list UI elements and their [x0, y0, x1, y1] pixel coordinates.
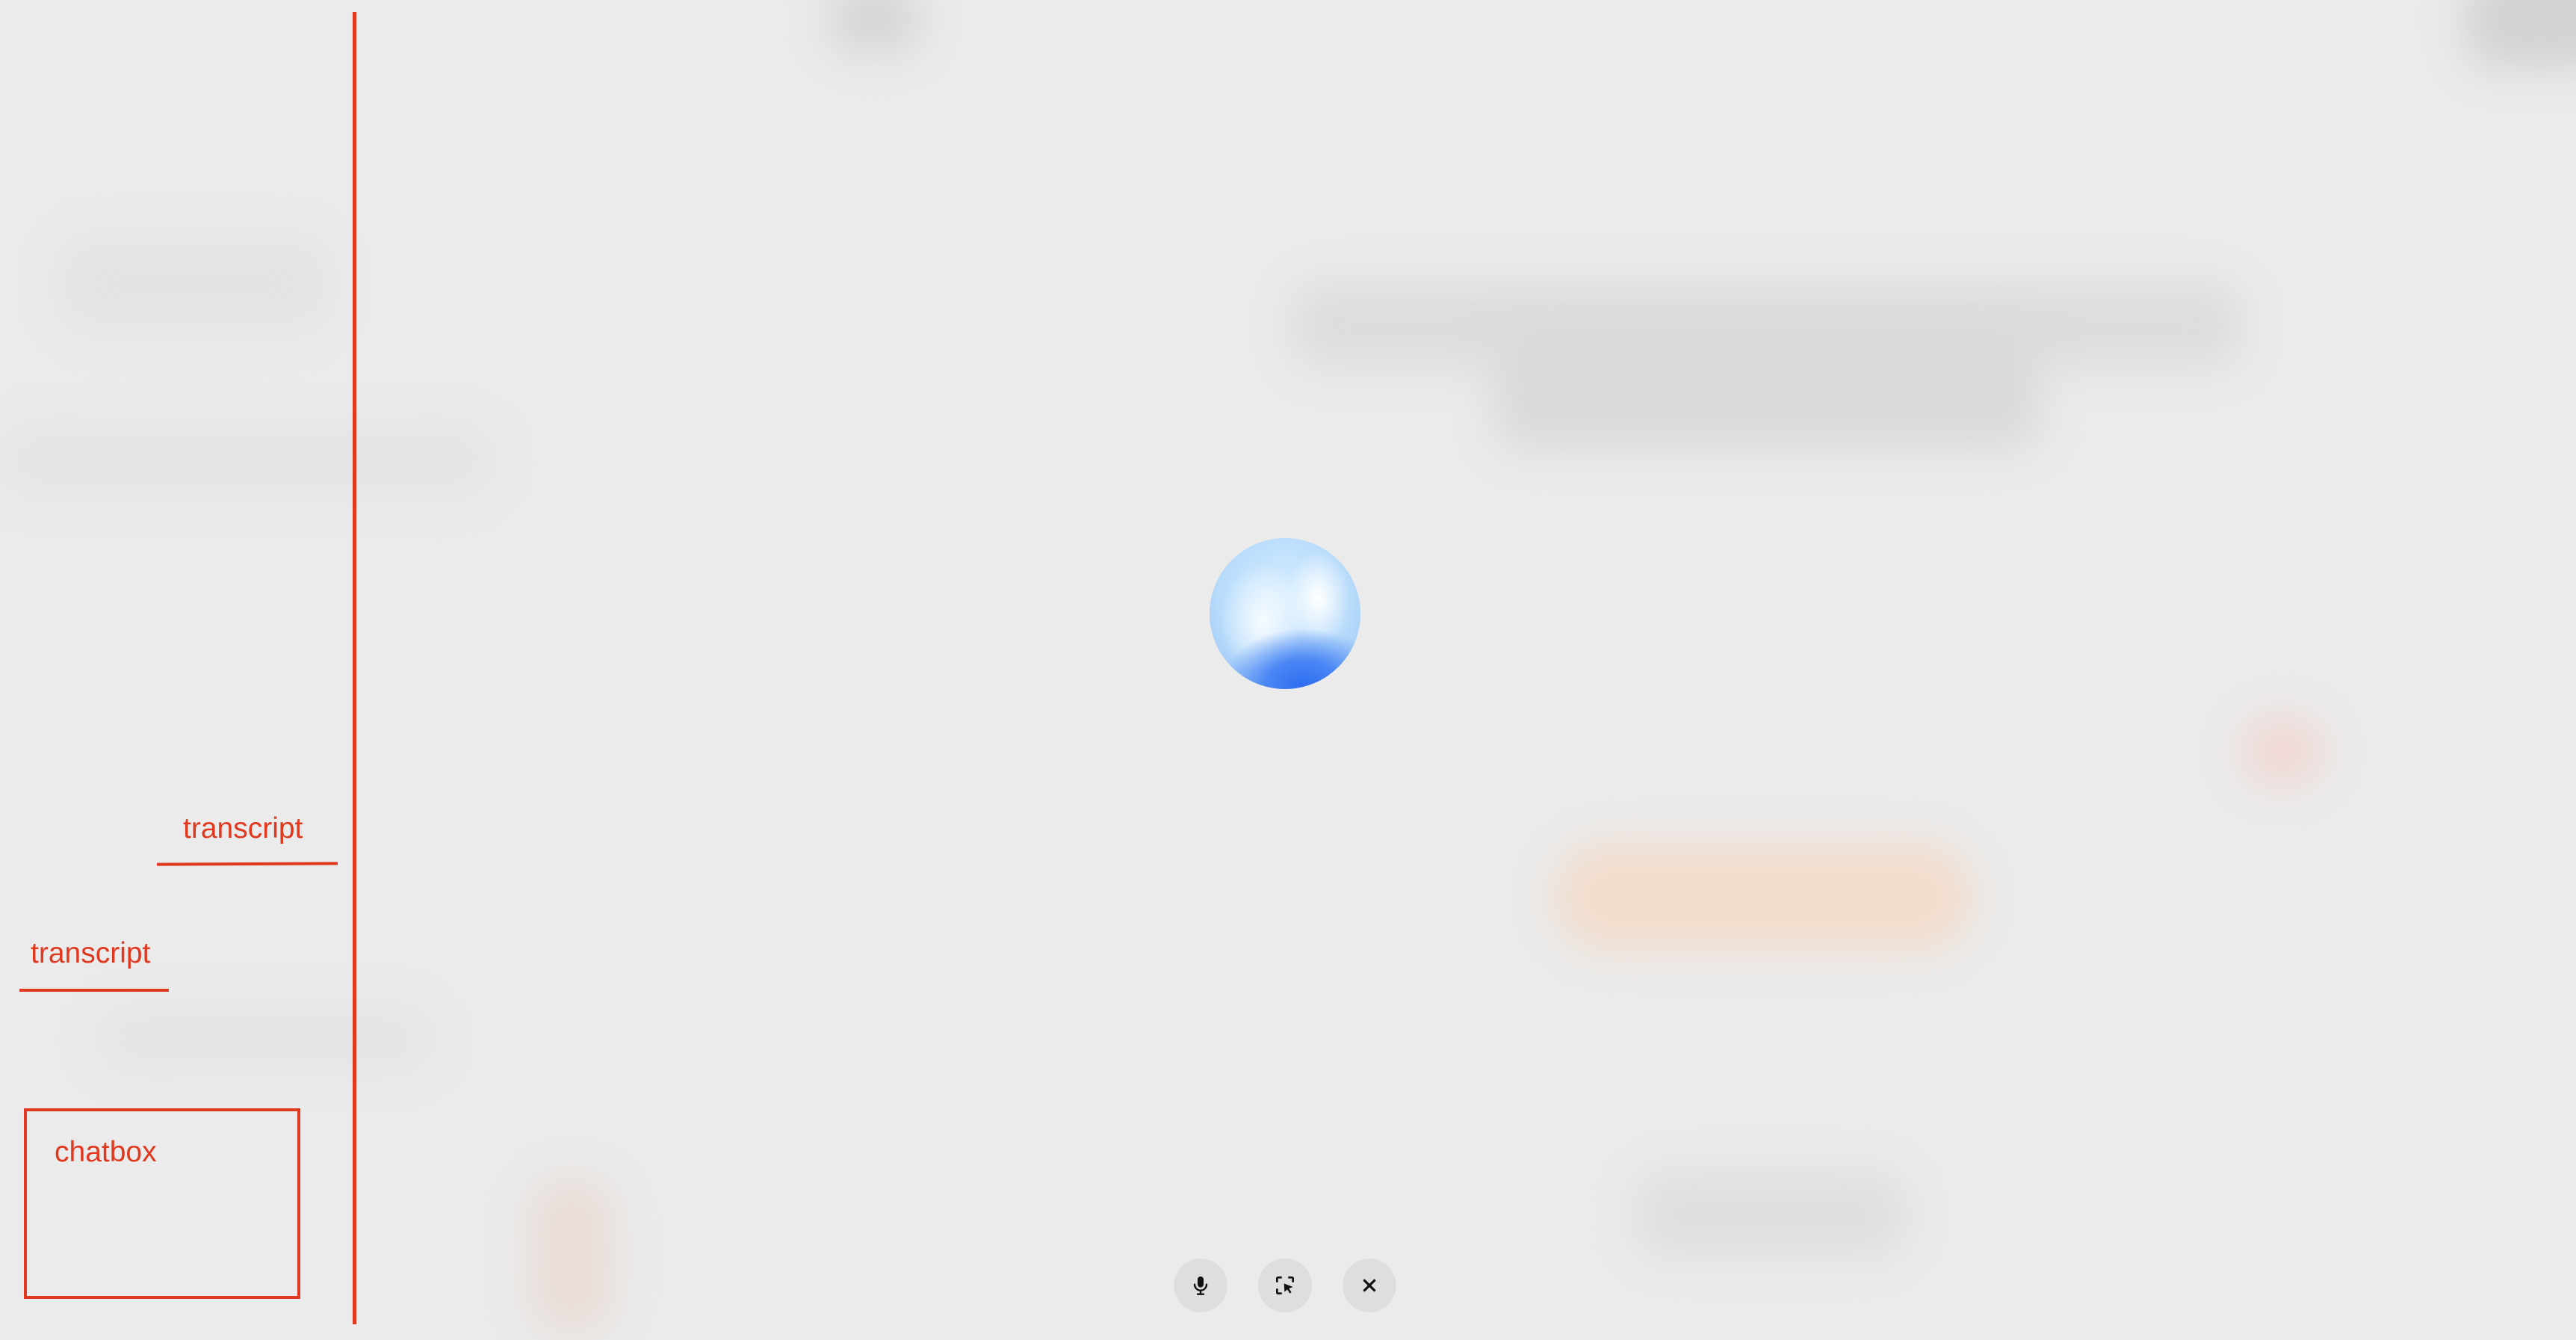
blurred-background-shape [1636, 1173, 1905, 1256]
annotation-transcript-underline [156, 862, 338, 866]
microphone-button[interactable] [1174, 1259, 1227, 1312]
blurred-background-shape [97, 1009, 433, 1069]
microphone-icon [1193, 1276, 1208, 1295]
blurred-background-shape [829, 0, 919, 52]
screen-select-cursor-icon [1276, 1276, 1294, 1294]
voice-mode-screen: transcript transcript chatbox [0, 0, 2576, 1340]
screen-share-button[interactable] [1258, 1259, 1312, 1312]
annotation-chatbox-label: chatbox [55, 1136, 157, 1168]
close-icon [1363, 1279, 1376, 1292]
blurred-background-shape [2241, 717, 2323, 785]
blurred-background-shape [2465, 0, 2576, 67]
annotation-transcript-label: transcript [31, 937, 151, 969]
voice-assistant-orb [1210, 538, 1360, 689]
blurred-background-shape [60, 239, 329, 329]
voice-control-bar [0, 1259, 2576, 1312]
annotation-divider-line [353, 12, 356, 1324]
close-voice-button[interactable] [1343, 1259, 1396, 1312]
blurred-background-shape [1494, 329, 2040, 448]
blurred-background-shape [1554, 845, 1972, 949]
annotation-transcript-label: transcript [183, 812, 303, 845]
annotation-transcript-underline [19, 989, 169, 992]
blurred-background-shape [0, 426, 493, 493]
